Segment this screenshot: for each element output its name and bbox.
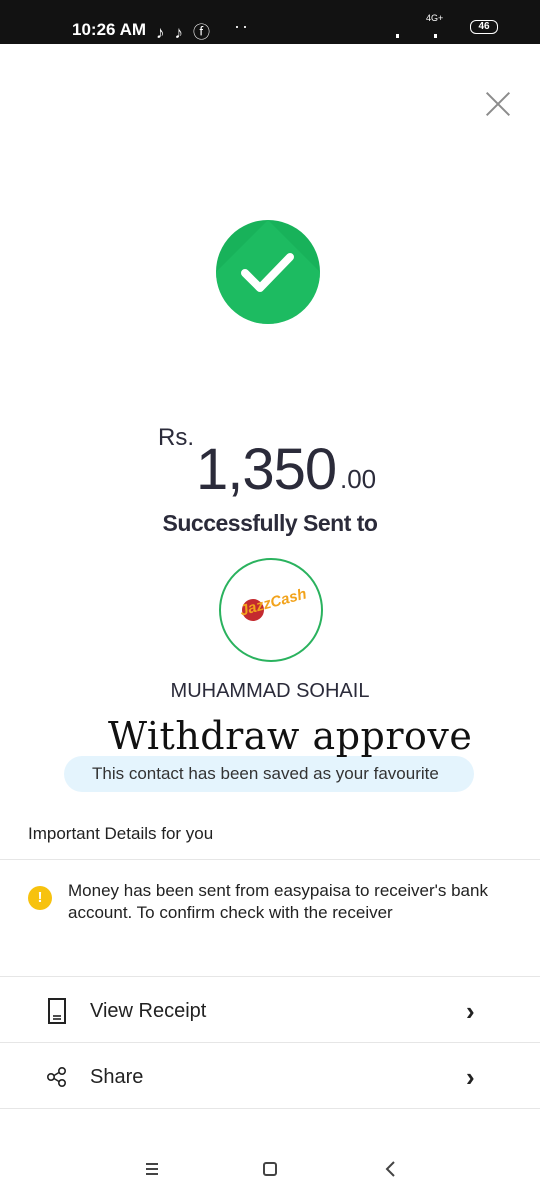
receipt-icon [48, 998, 66, 1024]
battery-icon: 46 [470, 20, 498, 34]
system-nav-bar [0, 1140, 540, 1200]
menu-icon [146, 1163, 158, 1175]
divider [0, 1042, 540, 1043]
share-label: Share [90, 1066, 144, 1088]
bank-logo-text: JazzCash [237, 585, 309, 620]
back-icon [385, 1161, 395, 1177]
share-button[interactable]: Share › [0, 1044, 540, 1110]
divider [0, 1108, 540, 1109]
back-nav-button[interactable] [370, 1154, 410, 1184]
bank-logo: JazzCash [219, 558, 323, 662]
facebook-icon: ⓕ [193, 23, 210, 42]
view-receipt-button[interactable]: View Receipt › [0, 978, 540, 1044]
amount-value: 1,350 [196, 437, 337, 502]
currency-label: Rs. [158, 424, 194, 451]
close-button[interactable] [478, 84, 518, 124]
divider [0, 976, 540, 977]
chevron-right-icon: › [466, 996, 475, 1026]
warning-icon: ! [28, 886, 52, 910]
view-receipt-label: View Receipt [90, 1000, 207, 1022]
amount-decimals: .00 [340, 464, 377, 494]
notification-icons: ♪ ♪ ⓕ [156, 18, 220, 43]
more-notifications-icon: ·· [234, 16, 250, 36]
chevron-right-icon: › [466, 1062, 475, 1092]
status-time: 10:26 AM [72, 20, 147, 39]
tiktok-icon: ♪ [174, 23, 184, 42]
details-message: Money has been sent from easypaisa to re… [68, 881, 488, 922]
share-icon [46, 1066, 67, 1088]
signal-icon [396, 20, 401, 92]
divider [0, 859, 540, 860]
tiktok-icon: ♪ [156, 23, 165, 42]
details-title: Important Details for you [28, 824, 214, 843]
receiver-name: MUHAMMAD SOHAIL [170, 680, 370, 702]
home-nav-button[interactable] [250, 1154, 290, 1184]
status-bar: 10:26 AM ♪ ♪ ⓕ ·· 4G+ 46 [0, 0, 540, 92]
status-heading: Successfully Sent to [162, 510, 378, 536]
signal-icon-2 [434, 20, 439, 92]
success-check-icon [216, 220, 320, 324]
overlay-caption: Withdraw approve [108, 714, 473, 758]
menu-nav-button[interactable] [132, 1154, 172, 1184]
favourite-notice: This contact has been saved as your favo… [92, 764, 439, 783]
home-icon [263, 1162, 277, 1176]
